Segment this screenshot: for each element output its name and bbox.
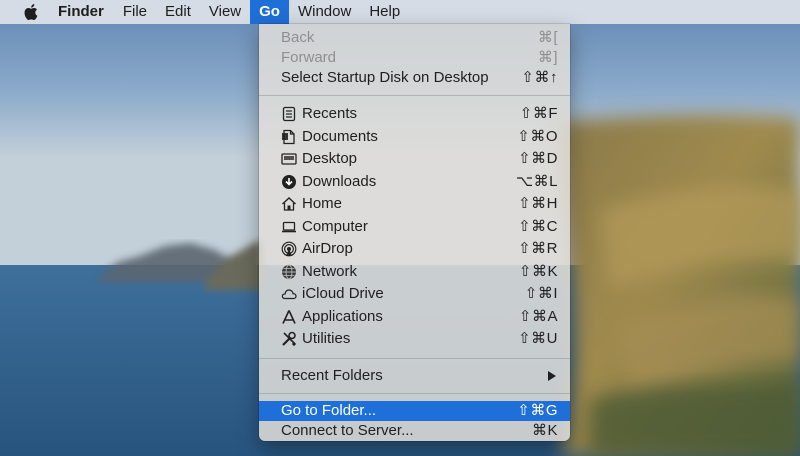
menu-item-shortcut: ⌘] — [537, 49, 558, 66]
menu-help[interactable]: Help — [360, 0, 409, 24]
go-menu-dropdown: Back ⌘[ Forward ⌘] Select Startup Disk o… — [259, 24, 570, 441]
menu-item-label: Utilities — [302, 330, 351, 347]
menu-item-desktop[interactable]: Desktop ⇧⌘D — [259, 148, 570, 171]
menu-item-shortcut: ⇧⌘F — [519, 105, 558, 122]
home-icon — [281, 196, 297, 212]
menu-item-back[interactable]: Back ⌘[ — [259, 28, 570, 48]
menu-item-label: Network — [302, 262, 358, 280]
menu-item-label: Home — [302, 195, 343, 212]
menu-item-documents[interactable]: Documents ⇧⌘O — [259, 126, 570, 149]
submenu-arrow-icon — [548, 370, 556, 381]
menu-item-shortcut: ⌥⌘L — [515, 172, 558, 190]
menu-item-utilities[interactable]: Utilities ⇧⌘U — [259, 328, 570, 351]
menu-file[interactable]: File — [114, 0, 156, 24]
documents-icon — [281, 129, 297, 145]
menu-item-label: iCloud Drive — [302, 285, 384, 302]
icloud-icon — [281, 286, 297, 302]
menu-item-label: Select Startup Disk on Desktop — [281, 69, 489, 86]
menu-item-go-to-folder[interactable]: Go to Folder... ⇧⌘G — [259, 400, 570, 421]
menu-item-shortcut: ⌘[ — [537, 29, 558, 46]
menu-finder[interactable]: Finder — [56, 0, 114, 24]
menu-item-shortcut: ⇧⌘I — [524, 285, 558, 302]
menu-item-label: Recents — [302, 105, 358, 122]
desktop-screen: Finder File Edit View Go Window Help Bac… — [0, 0, 800, 456]
menu-item-home[interactable]: Home ⇧⌘H — [259, 193, 570, 216]
airdrop-icon — [281, 241, 297, 257]
menu-item-downloads[interactable]: Downloads ⌥⌘L — [259, 171, 570, 194]
menu-item-shortcut: ⇧⌘↑ — [521, 69, 558, 86]
menu-item-select-startup-disk[interactable]: Select Startup Disk on Desktop ⇧⌘↑ — [259, 68, 570, 88]
menu-view[interactable]: View — [200, 0, 250, 24]
menu-item-shortcut: ⇧⌘D — [518, 150, 558, 167]
menu-item-label: Desktop — [302, 150, 358, 167]
menu-item-label: Back — [281, 29, 315, 46]
menu-edit[interactable]: Edit — [156, 0, 200, 24]
menu-bar: Finder File Edit View Go Window Help — [0, 0, 800, 24]
menu-go[interactable]: Go — [250, 0, 289, 24]
menu-item-shortcut: ⇧⌘K — [518, 262, 558, 280]
menu-item-label: Go to Folder... — [281, 401, 377, 419]
menu-separator — [259, 357, 570, 359]
menu-item-label: Connect to Server... — [281, 421, 414, 439]
menu-separator — [259, 392, 570, 394]
menu-separator — [259, 95, 570, 96]
utilities-icon — [281, 331, 297, 347]
menu-item-recent-folders[interactable]: Recent Folders — [259, 366, 570, 386]
menu-item-network[interactable]: Network ⇧⌘K — [259, 261, 570, 284]
menu-item-recents[interactable]: Recents ⇧⌘F — [259, 103, 570, 126]
menu-item-shortcut: ⇧⌘O — [517, 127, 558, 145]
recents-icon — [281, 106, 297, 122]
menu-window[interactable]: Window — [289, 0, 360, 24]
network-icon — [281, 264, 297, 280]
desktop-icon — [281, 151, 297, 167]
menu-item-label: Recent Folders — [281, 366, 383, 384]
menu-item-label: AirDrop — [302, 240, 353, 257]
menu-item-label: Documents — [302, 127, 378, 145]
menu-item-label: Applications — [302, 307, 383, 325]
menu-item-computer[interactable]: Computer ⇧⌘C — [259, 216, 570, 239]
applications-icon — [281, 309, 297, 325]
menu-item-label: Computer — [302, 217, 368, 235]
menu-item-shortcut: ⇧⌘G — [517, 401, 558, 419]
menu-item-shortcut: ⇧⌘A — [518, 307, 558, 325]
menu-item-shortcut: ⇧⌘C — [518, 217, 558, 235]
apple-logo-icon[interactable] — [22, 3, 38, 21]
menu-item-icloud-drive[interactable]: iCloud Drive ⇧⌘I — [259, 283, 570, 306]
menu-item-forward[interactable]: Forward ⌘] — [259, 48, 570, 68]
menu-item-shortcut: ⇧⌘R — [518, 240, 558, 257]
menu-item-shortcut: ⌘K — [531, 421, 558, 439]
menu-item-airdrop[interactable]: AirDrop ⇧⌘R — [259, 238, 570, 261]
menu-item-connect-to-server[interactable]: Connect to Server... ⌘K — [259, 421, 570, 441]
menu-item-applications[interactable]: Applications ⇧⌘A — [259, 306, 570, 329]
menu-item-shortcut: ⇧⌘U — [518, 330, 558, 347]
menu-item-label: Forward — [281, 49, 337, 66]
computer-icon — [281, 219, 297, 235]
menu-item-shortcut: ⇧⌘H — [518, 195, 558, 212]
menu-item-label: Downloads — [302, 172, 377, 190]
downloads-icon — [281, 174, 297, 190]
